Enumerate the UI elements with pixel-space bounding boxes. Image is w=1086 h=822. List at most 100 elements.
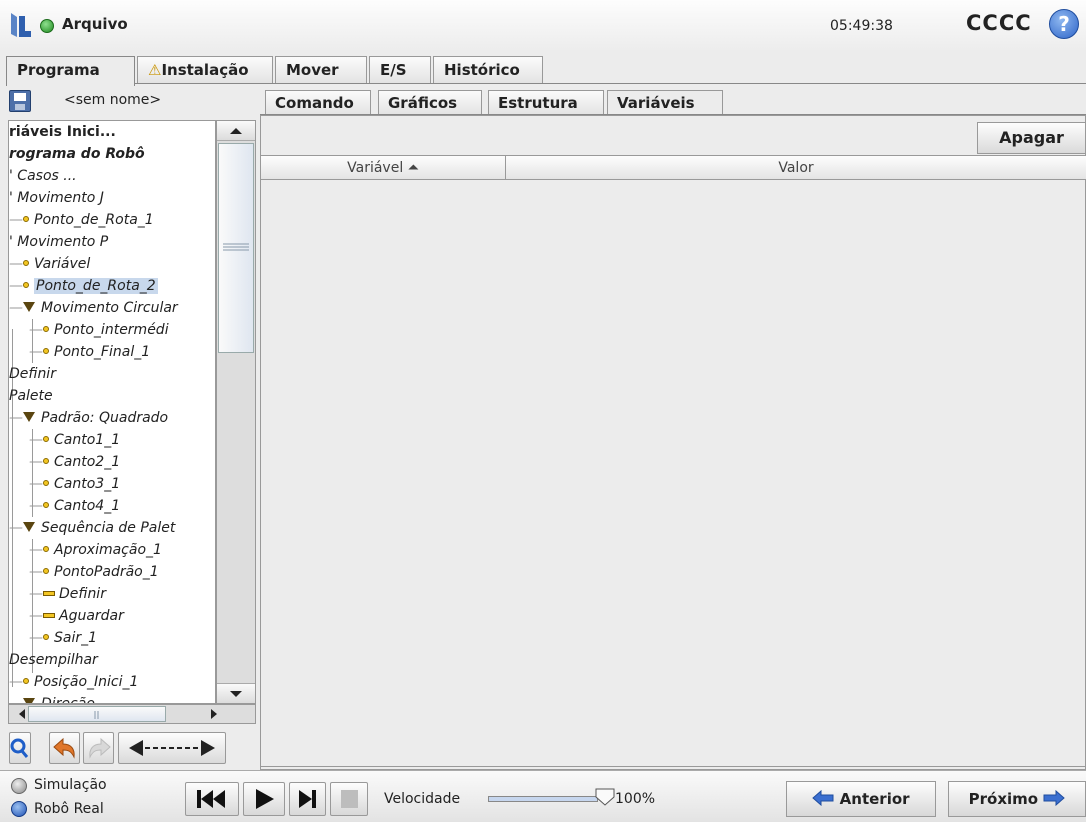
tab-instalacao[interactable]: ⚠Instalação <box>137 56 273 83</box>
tab-label: Variáveis <box>617 94 695 112</box>
tab-graficos[interactable]: Gráficos <box>378 90 482 115</box>
tree-item[interactable]: riáveis Inici... <box>9 121 116 143</box>
undo-button[interactable] <box>49 732 80 764</box>
tree-item-label: Ponto_intermédi <box>54 322 169 338</box>
tree-item[interactable]: — Definir <box>29 583 106 605</box>
tree-item-label: riáveis Inici... <box>9 124 116 140</box>
save-file-icon[interactable] <box>9 90 31 112</box>
main-tabs-divider <box>6 83 1086 84</box>
waypoint-icon <box>43 502 49 508</box>
tree-item[interactable]: ' Movimento P <box>9 231 108 253</box>
play-icon <box>256 789 274 809</box>
search-button[interactable] <box>9 732 31 764</box>
tree-item[interactable]: — Ponto_intermédi <box>29 319 169 341</box>
warning-icon: ⚠ <box>148 61 162 79</box>
tree-item[interactable]: — Canto3_1 <box>29 473 120 495</box>
waypoint-icon <box>43 436 49 442</box>
move-arrows-icon <box>129 740 215 756</box>
tree-item-label: Ponto_de_Rota_1 <box>34 212 154 228</box>
tree-item[interactable]: — Padrão: Quadrado <box>9 407 168 429</box>
tree-item-label: Canto2_1 <box>54 454 121 470</box>
column-header-value[interactable]: Valor <box>506 156 1086 180</box>
tab-variaveis[interactable]: Variáveis <box>607 90 723 116</box>
waypoint-icon <box>43 326 49 332</box>
real-robot-radio[interactable] <box>11 801 27 817</box>
tab-label: E/S <box>380 61 407 79</box>
speed-slider-handle-icon[interactable] <box>594 787 616 807</box>
tab-programa[interactable]: Programa <box>6 56 135 86</box>
tree-item[interactable]: — Ponto_Final_1 <box>29 341 150 363</box>
play-button[interactable] <box>243 782 285 816</box>
set-icon <box>43 590 55 596</box>
tree-item-selected[interactable]: — Ponto_de_Rota_2 <box>9 275 158 297</box>
tree-item[interactable]: Palete <box>9 385 53 407</box>
redo-icon <box>88 737 111 759</box>
ur-logo-icon <box>11 13 31 37</box>
tab-label: Estrutura <box>498 94 578 112</box>
tree-item[interactable]: — Canto1_1 <box>29 429 120 451</box>
tree-item[interactable]: — Sair_1 <box>29 627 97 649</box>
stop-button[interactable] <box>330 782 368 816</box>
tree-item-label: Canto1_1 <box>54 432 121 448</box>
tree-item[interactable]: — Direção <box>9 693 95 703</box>
tree-item-label: Canto3_1 <box>54 476 121 492</box>
expand-triangle-icon[interactable] <box>23 412 35 422</box>
simulation-radio[interactable] <box>11 778 27 794</box>
undo-icon <box>52 737 75 759</box>
column-header-variable[interactable]: Variável ⏶ <box>261 156 506 180</box>
next-button[interactable]: Próximo <box>948 781 1086 817</box>
expand-triangle-icon[interactable] <box>23 522 35 532</box>
tree-item[interactable]: ' Casos ... <box>9 165 77 187</box>
horizontal-scroll-thumb[interactable] <box>28 706 166 722</box>
scroll-down-arrow-icon[interactable] <box>217 683 255 703</box>
tree-item[interactable]: — Posição_Inici_1 <box>9 671 138 693</box>
program-tree[interactable]: riáveis Inici... rograma do Robô ' Casos… <box>8 120 216 704</box>
tree-item[interactable]: — Canto4_1 <box>29 495 120 517</box>
tree-item[interactable]: — PontoPadrão_1 <box>29 561 159 583</box>
waypoint-icon <box>23 678 29 684</box>
help-icon[interactable]: ? <box>1049 9 1079 39</box>
clock: 05:49:38 <box>830 18 893 34</box>
move-node-button[interactable] <box>118 732 226 764</box>
step-icon <box>299 790 316 808</box>
tab-historico[interactable]: Histórico <box>433 56 543 83</box>
waypoint-icon <box>43 458 49 464</box>
tab-estrutura[interactable]: Estrutura <box>488 90 604 115</box>
simulation-label: Simulação <box>34 777 107 793</box>
tree-item-label: Sair_1 <box>54 630 98 646</box>
delete-button[interactable]: Apagar <box>977 122 1086 154</box>
tree-item[interactable]: — Canto2_1 <box>29 451 120 473</box>
previous-button[interactable]: Anterior <box>786 781 936 817</box>
tree-item[interactable]: — Sequência de Palet <box>9 517 175 539</box>
tree-connector <box>12 417 13 687</box>
tree-item[interactable]: rograma do Robô <box>9 143 145 165</box>
variables-table[interactable] <box>260 155 1086 767</box>
scroll-up-arrow-icon[interactable] <box>217 121 255 141</box>
app-title[interactable]: Arquivo <box>62 15 128 33</box>
rewind-button[interactable] <box>185 782 239 816</box>
tree-item[interactable]: — Movimento Circular <box>9 297 178 319</box>
tree-item[interactable]: — Variável <box>9 253 90 275</box>
step-button[interactable] <box>289 782 326 816</box>
tree-item-label: Definir <box>59 586 106 602</box>
waypoint-icon <box>23 282 29 288</box>
scroll-thumb[interactable] <box>218 143 254 353</box>
expand-triangle-icon[interactable] <box>23 302 35 312</box>
tab-comando[interactable]: Comando <box>265 90 371 115</box>
tab-mover[interactable]: Mover <box>275 56 367 83</box>
next-label: Próximo <box>968 790 1039 808</box>
tab-es[interactable]: E/S <box>369 56 431 83</box>
wait-icon <box>43 612 55 618</box>
stop-icon <box>341 790 358 808</box>
tree-item[interactable]: Desempilhar <box>9 649 98 671</box>
tree-item[interactable]: ' Movimento J <box>9 187 104 209</box>
waypoint-icon <box>43 634 49 640</box>
tree-item[interactable]: Definir <box>9 363 56 385</box>
tree-item[interactable]: — Ponto_de_Rota_1 <box>9 209 154 231</box>
previous-label: Anterior <box>839 790 910 808</box>
tree-item[interactable]: — Aproximação_1 <box>29 539 162 561</box>
tree-item[interactable]: — Aguardar <box>29 605 124 627</box>
robot-status-icon <box>40 19 54 33</box>
redo-button[interactable] <box>83 732 114 764</box>
waypoint-icon <box>43 546 49 552</box>
